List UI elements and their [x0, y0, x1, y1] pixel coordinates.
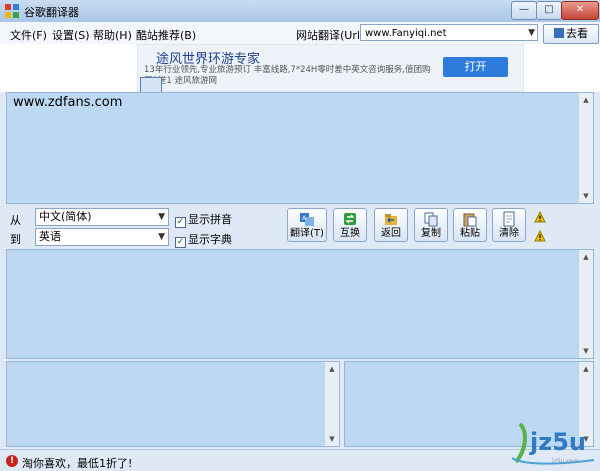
paste-button[interactable]: 粘贴 — [453, 208, 487, 242]
maximize-button[interactable]: □ — [536, 1, 562, 20]
show-dictionary-checkbox[interactable]: ✓ 显示字典 — [175, 231, 232, 248]
url-translate-label: 网站翻译(Url) — [296, 29, 365, 42]
paste-button-label: 粘贴 — [460, 228, 480, 239]
source-language-select[interactable]: 中文(简体) ▼ — [35, 208, 169, 226]
show-pinyin-checkbox[interactable]: ✓ 显示拼音 — [175, 211, 232, 228]
pinyin-scrollbar[interactable]: ▲ ▼ — [324, 362, 339, 446]
warning-icon[interactable] — [534, 211, 546, 223]
swap-button[interactable]: 互换 — [333, 208, 367, 242]
ad-open-button[interactable]: 打开 — [443, 57, 508, 77]
result-text-area[interactable]: ▲ ▼ — [6, 249, 594, 359]
result-scrollbar[interactable]: ▲ ▼ — [578, 250, 593, 358]
chevron-down-icon[interactable]: ▼ — [158, 209, 165, 225]
window-title: 谷歌翻译器 — [24, 6, 79, 19]
chevron-down-icon[interactable]: ▼ — [158, 229, 165, 245]
menu-help[interactable]: 帮助(H) — [93, 27, 132, 43]
source-text-area[interactable]: www.zdfans.com ▲ ▼ — [6, 92, 594, 204]
checkbox-checked-icon[interactable]: ✓ — [175, 237, 186, 248]
go-button-label: 去看 — [566, 27, 588, 40]
source-scrollbar[interactable]: ▲ ▼ — [578, 93, 593, 203]
globe-icon — [554, 28, 564, 38]
paste-icon — [463, 213, 477, 227]
clear-button-label: 清除 — [499, 228, 519, 239]
translate-icon: A — [300, 213, 314, 226]
swap-icon — [344, 213, 356, 225]
scroll-up-icon[interactable]: ▲ — [325, 362, 339, 376]
scroll-up-icon[interactable]: ▲ — [579, 250, 593, 264]
copy-button[interactable]: 复制 — [414, 208, 448, 242]
ad-thumbnail-icon — [140, 77, 162, 93]
menu-file[interactable]: 文件(F) — [10, 27, 47, 43]
chevron-down-icon[interactable]: ▼ — [528, 25, 535, 42]
status-text[interactable]: 淘你喜欢，最低1折了! — [22, 455, 132, 471]
from-label: 从 — [10, 214, 21, 227]
minimize-button[interactable]: — — [511, 1, 537, 20]
scroll-down-icon[interactable]: ▼ — [579, 344, 593, 358]
url-combobox[interactable]: www.Fanyiqi.net ▼ — [360, 24, 538, 41]
copy-button-label: 复制 — [421, 228, 441, 239]
source-text: www.zdfans.com — [13, 95, 123, 110]
scroll-up-icon[interactable]: ▲ — [579, 93, 593, 107]
watermark-url: jz5u.com — [552, 458, 580, 465]
ad-banner[interactable]: 途风世界环游专家 13年行业领先,专业旅游预订 丰富线路,7*24H零时差中英文… — [137, 44, 524, 93]
title-bar: 谷歌翻译器 — □ ✕ — [0, 0, 600, 23]
menu-settings[interactable]: 设置(S) — [52, 27, 90, 43]
show-dictionary-label: 显示字典 — [188, 233, 232, 246]
target-language-select[interactable]: 英语 ▼ — [35, 228, 169, 246]
ad-description: 13年行业领先,专业旅游预订 丰富线路,7*24H零时差中英文咨询服务,值团购买… — [144, 65, 431, 86]
source-language-value: 中文(简体) — [39, 210, 92, 223]
back-button-label: 返回 — [381, 228, 401, 239]
to-label: 到 — [10, 233, 21, 246]
app-logo-icon — [5, 4, 19, 18]
copy-icon — [424, 212, 438, 227]
back-button[interactable]: 返回 — [374, 208, 408, 242]
close-button[interactable]: ✕ — [561, 1, 599, 20]
ad-container: 途风世界环游专家 13年行业领先,专业旅游预订 丰富线路,7*24H零时差中英文… — [0, 44, 600, 93]
menu-recommended-sites[interactable]: 酷站推荐(B) — [136, 27, 196, 43]
warning-icon[interactable] — [534, 230, 546, 242]
checkbox-checked-icon[interactable]: ✓ — [175, 217, 186, 228]
watermark-logo-text: jz5u — [530, 428, 586, 456]
swap-button-label: 互换 — [340, 228, 360, 239]
translate-button-label: 翻译(T) — [290, 228, 324, 239]
target-language-value: 英语 — [39, 230, 61, 243]
show-pinyin-label: 显示拼音 — [188, 213, 232, 226]
back-icon — [385, 214, 397, 225]
pinyin-panel[interactable]: ▲ ▼ — [6, 361, 340, 447]
clear-icon — [503, 211, 515, 227]
scroll-down-icon[interactable]: ▼ — [579, 189, 593, 203]
scroll-up-icon[interactable]: ▲ — [579, 362, 593, 376]
clear-button[interactable]: 清除 — [492, 208, 526, 242]
scroll-down-icon[interactable]: ▼ — [325, 432, 339, 446]
app-window: 谷歌翻译器 — □ ✕ 文件(F) 设置(S) 帮助(H) 酷站推荐(B) 网站… — [0, 0, 600, 471]
go-button[interactable]: 去看 — [543, 24, 599, 44]
alert-icon: ! — [6, 455, 18, 467]
url-value: www.Fanyiqi.net — [365, 28, 447, 39]
translate-button[interactable]: A 翻译(T) — [287, 208, 327, 242]
